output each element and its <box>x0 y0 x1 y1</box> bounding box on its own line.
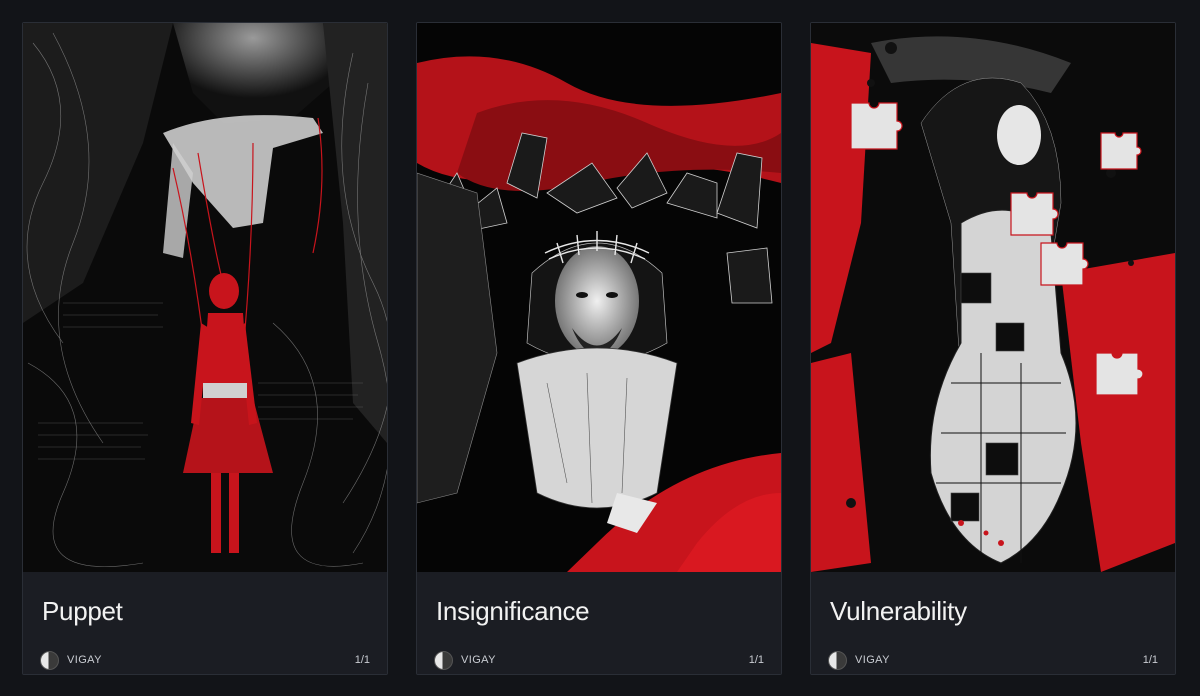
edition-count: 1/1 <box>748 654 764 666</box>
card-meta: VIGAY 1/1 <box>828 651 1158 671</box>
crowned-figure-illustration-icon <box>417 23 781 572</box>
artist-avatar[interactable] <box>40 651 59 670</box>
artwork-title[interactable]: Vulnerability <box>830 596 967 627</box>
edition-count: 1/1 <box>1142 654 1158 666</box>
artwork-card-insignificance[interactable]: Insignificance VIGAY 1/1 <box>416 22 782 675</box>
artist-avatar[interactable] <box>434 651 453 670</box>
card-info: Insignificance VIGAY 1/1 <box>417 572 781 674</box>
artwork-image-insignificance[interactable] <box>417 23 781 572</box>
artwork-image-puppet[interactable] <box>23 23 387 572</box>
artwork-image-vulnerability[interactable] <box>811 23 1175 572</box>
marionette-illustration-icon <box>23 23 387 572</box>
card-info: Vulnerability VIGAY 1/1 <box>811 572 1175 674</box>
nft-gallery: Puppet VIGAY 1/1 Insignificance VIGAY 1/… <box>0 0 1200 696</box>
artist-name[interactable]: VIGAY <box>461 654 496 666</box>
card-info: Puppet VIGAY 1/1 <box>23 572 387 674</box>
artist-name[interactable]: VIGAY <box>67 654 102 666</box>
artwork-card-puppet[interactable]: Puppet VIGAY 1/1 <box>22 22 388 675</box>
edition-count: 1/1 <box>354 654 370 666</box>
artwork-card-vulnerability[interactable]: Vulnerability VIGAY 1/1 <box>810 22 1176 675</box>
artwork-title[interactable]: Insignificance <box>436 596 590 627</box>
artist-name[interactable]: VIGAY <box>855 654 890 666</box>
card-meta: VIGAY 1/1 <box>434 651 764 671</box>
puzzle-figure-illustration-icon <box>811 23 1175 572</box>
artist-avatar[interactable] <box>828 651 847 670</box>
card-meta: VIGAY 1/1 <box>40 651 370 671</box>
artwork-title[interactable]: Puppet <box>42 596 123 627</box>
